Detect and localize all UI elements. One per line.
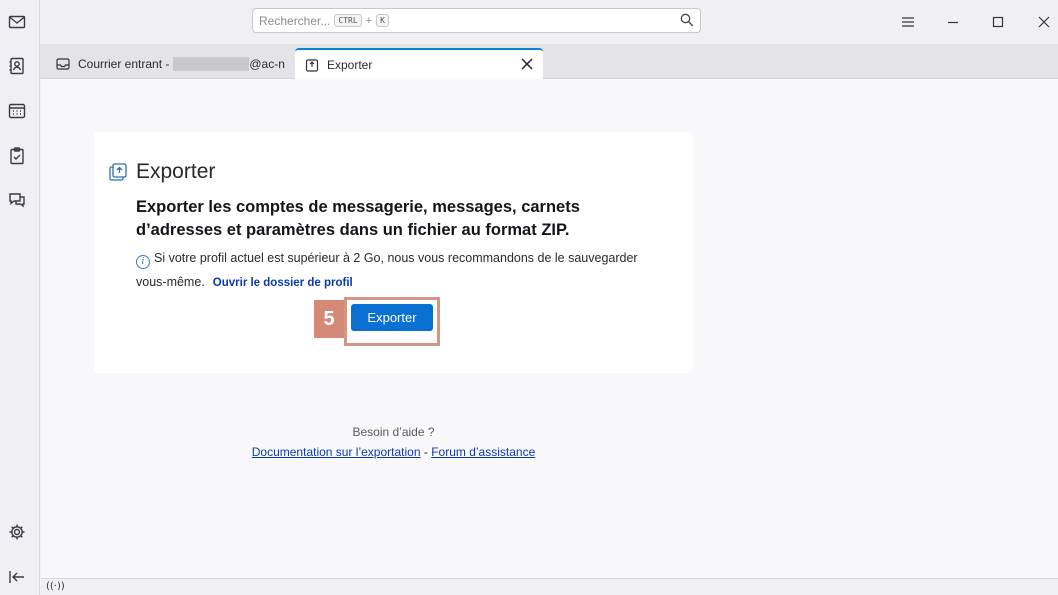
close-tab-icon[interactable] xyxy=(521,58,533,70)
export-description: Exporter les comptes de messagerie, mess… xyxy=(136,198,580,239)
online-status-icon[interactable]: ((·)) xyxy=(46,581,65,593)
close-window-icon[interactable] xyxy=(1034,12,1054,32)
shortcut-k-key: K xyxy=(376,14,389,27)
redacted-email xyxy=(173,56,250,71)
tab-export-label: Exporter xyxy=(327,57,373,72)
title-bar: Rechercher... CTRL + K xyxy=(40,0,1058,44)
address-book-icon[interactable] xyxy=(6,55,28,77)
shortcut-plus: + xyxy=(365,14,373,27)
export-tab-icon xyxy=(305,58,319,72)
app-menu-icon[interactable] xyxy=(898,12,918,32)
export-page: Exporter Exporter les comptes de message… xyxy=(41,79,1058,578)
search-placeholder: Rechercher... xyxy=(259,13,331,28)
chat-icon[interactable] xyxy=(6,189,28,211)
shortcut-ctrl-key: CTRL xyxy=(334,14,362,27)
status-bar: ((·)) xyxy=(41,578,1058,595)
inbox-icon xyxy=(56,57,70,71)
help-links: Documentation sur l’exportation - Forum … xyxy=(41,445,746,459)
card-header: Exporter xyxy=(108,160,215,184)
open-profile-folder-link[interactable]: Ouvrir le dossier de profil xyxy=(213,277,353,289)
search-input[interactable]: Rechercher... CTRL + K xyxy=(252,8,701,33)
collapse-sidebar-icon[interactable] xyxy=(6,566,28,588)
tab-inbox-label: Courrier entrant - xyxy=(78,56,170,71)
export-button[interactable]: Exporter xyxy=(351,304,433,331)
page-title: Exporter xyxy=(136,160,216,183)
info-icon: i xyxy=(136,255,150,269)
export-documentation-link[interactable]: Documentation sur l’exportation xyxy=(252,445,421,459)
settings-gear-icon[interactable] xyxy=(6,521,28,543)
export-icon xyxy=(108,162,128,182)
tab-inbox[interactable]: Courrier entrant - @ac-n xyxy=(46,48,291,79)
tasks-icon[interactable] xyxy=(6,145,28,167)
search-icon[interactable] xyxy=(680,13,694,27)
profile-size-info: i Si votre profil actuel est supérieur à … xyxy=(136,246,656,295)
help-separator: - xyxy=(423,445,428,459)
tab-bar: Courrier entrant - @ac-n Exporter xyxy=(40,44,1058,79)
tab-export[interactable]: Exporter xyxy=(295,48,543,79)
maximize-icon[interactable] xyxy=(988,12,1008,32)
info-text: Si votre profil actuel est supérieur à 2… xyxy=(136,251,638,289)
help-question: Besoin d’aide ? xyxy=(352,425,435,439)
export-card: Exporter Exporter les comptes de message… xyxy=(94,132,693,373)
step-badge: 5 xyxy=(314,300,344,338)
mail-icon[interactable] xyxy=(6,11,28,33)
calendar-icon[interactable] xyxy=(6,100,28,122)
tab-inbox-suffix: @ac-n xyxy=(249,56,285,71)
support-forum-link[interactable]: Forum d’assistance xyxy=(431,445,535,459)
export-button-highlight: Exporter xyxy=(344,297,440,346)
minimize-icon[interactable] xyxy=(943,12,963,32)
spaces-toolbar xyxy=(0,0,40,595)
